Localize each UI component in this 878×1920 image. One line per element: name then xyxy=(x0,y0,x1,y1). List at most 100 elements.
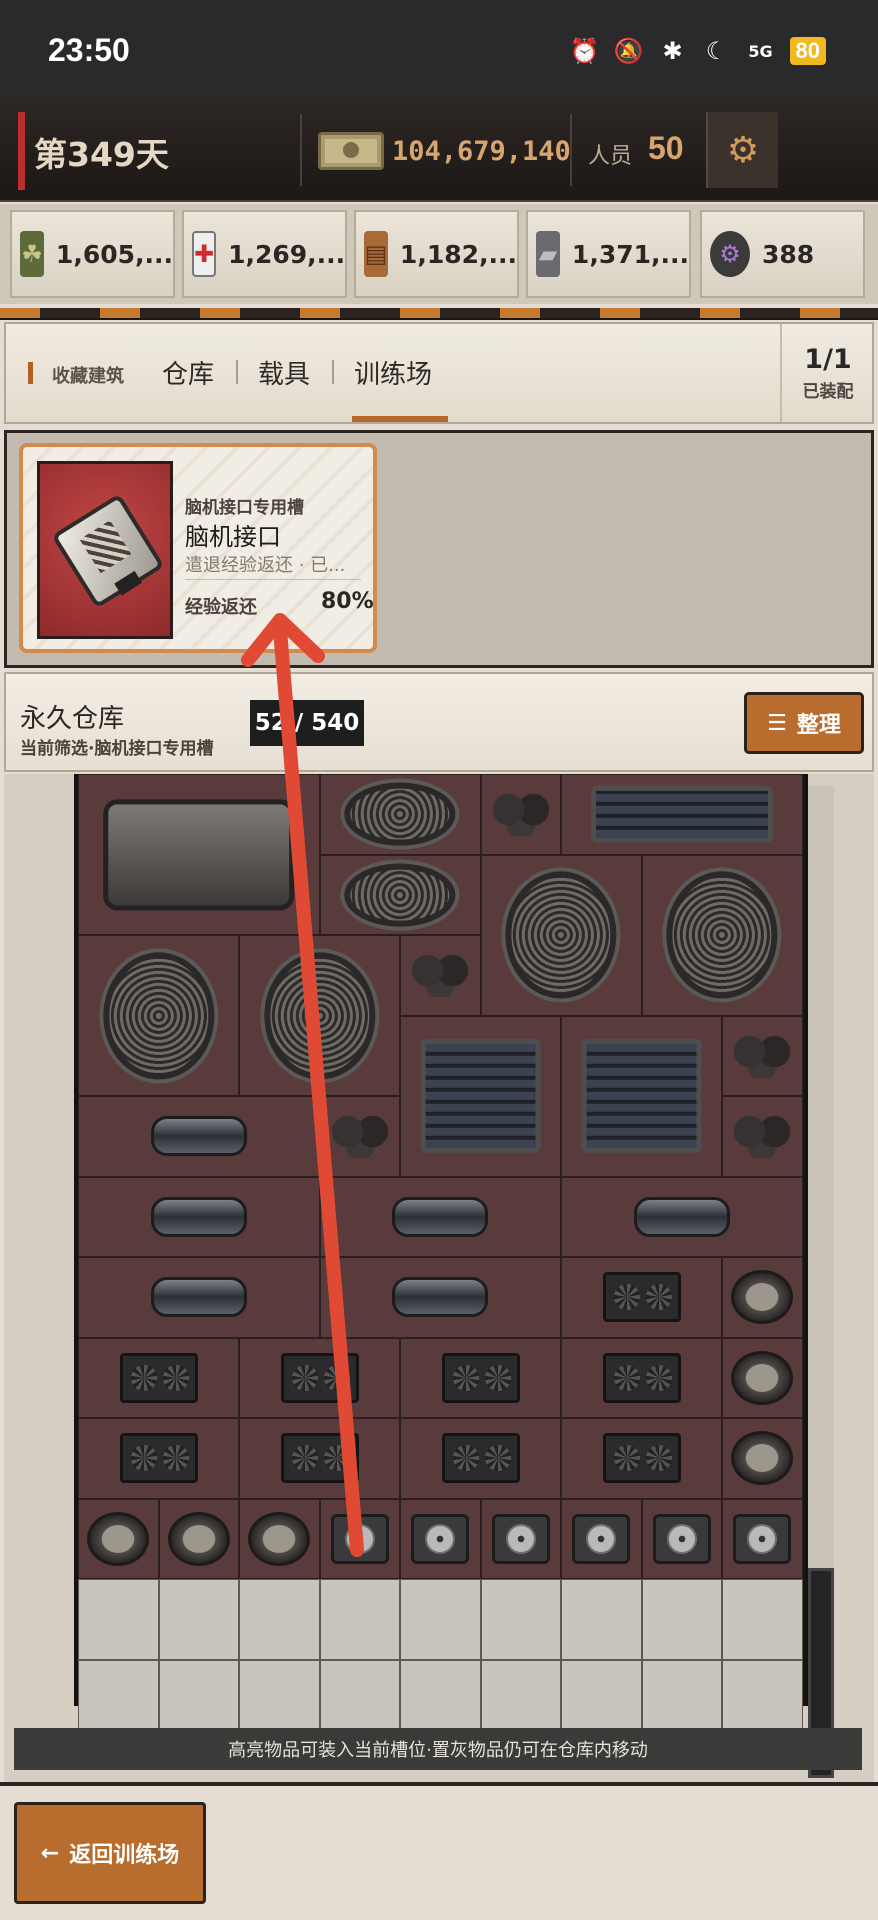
graphics-card-icon xyxy=(602,1272,681,1323)
coal-item[interactable] xyxy=(480,774,561,855)
tin-can-icon xyxy=(248,1511,311,1566)
medkit-icon: ✚ xyxy=(192,231,217,277)
tin-can-item[interactable] xyxy=(158,1498,239,1579)
lumber-icon: ▤ xyxy=(364,231,388,277)
cable-spool-item[interactable] xyxy=(239,935,400,1096)
hard-drive-icon xyxy=(733,1513,792,1564)
resource-medicine[interactable]: ✚ 1,269,... xyxy=(182,210,347,298)
hard-drive-item[interactable] xyxy=(400,1498,481,1579)
graphics-card-icon xyxy=(119,1433,198,1484)
coal-item[interactable] xyxy=(319,1096,400,1177)
steel-ingot-icon: ▰ xyxy=(536,231,560,277)
graphics-card-item[interactable] xyxy=(78,1418,239,1499)
capacitor-tube-item[interactable] xyxy=(78,1096,320,1177)
coal-item[interactable] xyxy=(722,1015,803,1096)
coal-icon xyxy=(731,1114,794,1159)
coal-icon xyxy=(731,1033,794,1078)
hint-bar: 高亮物品可装入当前槽位·置灰物品仍可在仓库内移动 xyxy=(14,1728,862,1770)
resource-food[interactable]: ☘ 1,605,... xyxy=(10,210,175,298)
capacitor-tube-item[interactable] xyxy=(319,1257,561,1338)
graphics-card-item[interactable] xyxy=(78,1337,239,1418)
capacitor-tube-item[interactable] xyxy=(78,1257,320,1338)
tab-vehicles[interactable]: 载具 xyxy=(258,354,310,391)
cable-spool-icon xyxy=(344,782,456,846)
empty-slot[interactable] xyxy=(158,1579,239,1660)
resource-wood[interactable]: ▤ 1,182,... xyxy=(354,210,519,298)
divider xyxy=(570,114,572,186)
cryo-bed-icon xyxy=(102,798,295,911)
coal-item[interactable] xyxy=(400,935,481,1016)
hard-drive-item[interactable] xyxy=(480,1498,561,1579)
settings-button[interactable]: ⚙ xyxy=(706,112,778,188)
hard-drive-item[interactable] xyxy=(641,1498,722,1579)
graphics-card-item[interactable] xyxy=(400,1337,561,1418)
resource-steel[interactable]: ▰ 1,371,... xyxy=(526,210,691,298)
tin-can-icon xyxy=(731,1270,794,1325)
graphics-card-item[interactable] xyxy=(561,1337,722,1418)
equipment-slot-area: 脑机接口专用槽 脑机接口 遣退经验返还 · 已... 经验返还 80% xyxy=(4,430,874,668)
hard-drive-item[interactable] xyxy=(319,1498,400,1579)
empty-slot[interactable] xyxy=(239,1579,320,1660)
cable-spool-item[interactable] xyxy=(480,854,642,1016)
back-button[interactable]: ← 返回训练场 xyxy=(14,1802,206,1904)
empty-slot[interactable] xyxy=(641,1579,722,1660)
battery-stack-item[interactable] xyxy=(561,1015,722,1177)
storage-capacity: 52 / 540 xyxy=(250,700,364,746)
graphics-card-item[interactable] xyxy=(239,1337,400,1418)
alarm-icon: ⏰ xyxy=(569,37,600,65)
graphics-card-icon xyxy=(602,1433,681,1484)
hard-drive-item[interactable] xyxy=(722,1498,803,1579)
tab-warehouse[interactable]: 仓库 xyxy=(162,354,214,391)
money-value: 104,679,140 xyxy=(392,136,571,167)
exp-return-value: 80% xyxy=(321,589,374,614)
cable-spool-item[interactable] xyxy=(78,935,239,1096)
hard-drive-item[interactable] xyxy=(561,1498,642,1579)
tab-separator xyxy=(236,360,238,384)
cable-spool-icon xyxy=(102,951,215,1080)
resource-components[interactable]: ⚙ 388 xyxy=(700,210,865,298)
tab-training-ground[interactable]: 训练场 xyxy=(354,354,432,391)
cable-spool-item[interactable] xyxy=(641,854,803,1016)
cryo-bed-item[interactable] xyxy=(78,774,320,935)
battery-stack-item[interactable] xyxy=(400,1015,561,1177)
tab-separator xyxy=(332,360,334,384)
tab-favorites[interactable]: 收藏建筑 xyxy=(52,362,124,388)
status-icons: ⏰ 🔕 ✱ ☾ 5G 80 xyxy=(570,36,826,66)
capacitor-tube-item[interactable] xyxy=(78,1176,320,1257)
mute-bell-icon: 🔕 xyxy=(613,37,644,65)
tin-can-item[interactable] xyxy=(722,1418,803,1499)
status-time: 23:50 xyxy=(48,32,130,68)
empty-slot[interactable] xyxy=(319,1579,400,1660)
moon-icon: ☾ xyxy=(705,37,728,65)
coal-item[interactable] xyxy=(722,1096,803,1177)
tin-can-item[interactable] xyxy=(722,1337,803,1418)
cable-spool-item[interactable] xyxy=(319,774,481,855)
graphics-card-item[interactable] xyxy=(239,1418,400,1499)
graphics-card-item[interactable] xyxy=(400,1418,561,1499)
capacitor-tube-item[interactable] xyxy=(561,1176,803,1257)
generator-item[interactable] xyxy=(561,774,803,855)
equipped-slot-card[interactable]: 脑机接口专用槽 脑机接口 遣退经验返还 · 已... 经验返还 80% xyxy=(19,443,377,653)
hard-drive-icon xyxy=(330,1513,389,1564)
hazard-stripe xyxy=(0,308,878,320)
empty-slot[interactable] xyxy=(561,1579,642,1660)
coal-icon xyxy=(409,953,472,998)
empty-slot[interactable] xyxy=(78,1579,159,1660)
graphics-card-item[interactable] xyxy=(561,1257,722,1338)
exp-return-label: 经验返还 xyxy=(185,597,257,618)
empty-slot[interactable] xyxy=(480,1579,561,1660)
cable-spool-item[interactable] xyxy=(319,854,481,935)
capacitor-tube-item[interactable] xyxy=(319,1176,561,1257)
tin-can-item[interactable] xyxy=(722,1257,803,1338)
empty-slot[interactable] xyxy=(400,1579,481,1660)
empty-slot[interactable] xyxy=(722,1579,803,1660)
cable-spool-icon xyxy=(505,871,617,999)
graphics-card-icon xyxy=(119,1352,198,1403)
graphics-card-item[interactable] xyxy=(561,1418,722,1499)
tin-can-item[interactable] xyxy=(239,1498,320,1579)
sort-button[interactable]: ☰ 整理 xyxy=(744,692,864,754)
capacitor-tube-icon xyxy=(392,1196,489,1237)
resource-value: 1,605,... xyxy=(55,239,173,269)
arrow-left-icon: ← xyxy=(40,1840,60,1866)
tin-can-item[interactable] xyxy=(78,1498,159,1579)
